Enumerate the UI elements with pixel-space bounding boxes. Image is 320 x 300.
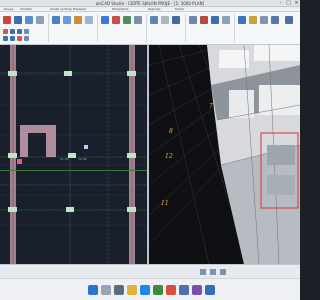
foundation-icon[interactable] xyxy=(74,16,82,24)
dimension-label: 11.30 xyxy=(78,157,87,161)
load-icon[interactable] xyxy=(101,16,109,24)
level-label: 11 xyxy=(161,200,169,207)
window-icon[interactable] xyxy=(189,16,197,24)
window-title: alsCAD Studio - CERTE SJALON PROJE - [1:… xyxy=(95,1,205,6)
level-label: 12 xyxy=(165,153,173,160)
ribbon-separator xyxy=(48,14,49,42)
analysis-icon[interactable] xyxy=(112,16,120,24)
small-gray-icon[interactable] xyxy=(24,29,29,34)
dimension-label: 11.30 xyxy=(60,157,69,161)
ribbon-toolbar xyxy=(0,12,300,45)
plan-drawing[interactable] xyxy=(0,45,148,264)
help-icon[interactable] xyxy=(285,16,293,24)
wall-icon[interactable] xyxy=(36,16,44,24)
grid-icon[interactable] xyxy=(63,16,71,24)
section-icon[interactable] xyxy=(161,16,169,24)
status-icon[interactable] xyxy=(220,269,226,275)
ribbon-separator xyxy=(97,14,98,42)
layer-icon[interactable] xyxy=(172,16,180,24)
small-red-icon[interactable] xyxy=(17,36,22,41)
small-blue-icon[interactable] xyxy=(10,36,15,41)
settings-icon[interactable] xyxy=(271,16,279,24)
selected-node-marker[interactable] xyxy=(17,159,22,164)
view-icon[interactable] xyxy=(150,16,158,24)
ribbon-separator xyxy=(185,14,186,42)
small-gray-icon[interactable] xyxy=(24,36,29,41)
delete-icon[interactable] xyxy=(200,16,208,24)
small-red-icon[interactable] xyxy=(3,29,8,34)
move-icon[interactable] xyxy=(222,16,230,24)
model-icon[interactable] xyxy=(3,16,11,24)
slab-icon[interactable] xyxy=(52,16,60,24)
taskbar xyxy=(0,278,300,300)
level-label: 8 xyxy=(169,128,173,135)
search-icon[interactable] xyxy=(101,285,111,295)
app-icon[interactable] xyxy=(166,285,176,295)
level-label: 7 xyxy=(209,103,213,110)
close-icon[interactable]: × xyxy=(293,0,300,7)
3d-view[interactable]: 7 8 12 11 xyxy=(149,45,300,264)
print-icon[interactable] xyxy=(260,16,268,24)
copy-icon[interactable] xyxy=(211,16,219,24)
status-bar xyxy=(0,264,300,278)
dimension-icon[interactable] xyxy=(238,16,246,24)
report-icon[interactable] xyxy=(134,16,142,24)
app-icon[interactable] xyxy=(179,285,189,295)
status-icon[interactable] xyxy=(200,269,206,275)
ribbon-separator xyxy=(146,14,147,42)
ribbon-separator xyxy=(234,14,235,42)
app-icon[interactable] xyxy=(192,285,202,295)
text-icon[interactable] xyxy=(249,16,257,24)
small-blue-icon[interactable] xyxy=(10,29,15,34)
check-icon[interactable] xyxy=(123,16,131,24)
title-bar: alsCAD Studio - CERTE SJALON PROJE - [1:… xyxy=(0,0,300,7)
browser-icon[interactable] xyxy=(140,285,150,295)
start-icon[interactable] xyxy=(88,285,98,295)
status-icon[interactable] xyxy=(210,269,216,275)
maximize-icon[interactable]: □ xyxy=(285,0,292,7)
node-marker[interactable] xyxy=(84,145,88,149)
file-explorer-icon[interactable] xyxy=(127,285,137,295)
app-icon[interactable] xyxy=(205,285,215,295)
minimize-icon[interactable]: – xyxy=(277,0,284,7)
plan-view[interactable]: 11.30 11.30 xyxy=(0,45,148,264)
task-view-icon[interactable] xyxy=(114,285,124,295)
beam-icon[interactable] xyxy=(25,16,33,24)
column-icon[interactable] xyxy=(14,16,22,24)
stair-icon[interactable] xyxy=(85,16,93,24)
small-blue-icon[interactable] xyxy=(3,36,8,41)
app-icon[interactable] xyxy=(153,285,163,295)
small-blue-icon[interactable] xyxy=(17,29,22,34)
